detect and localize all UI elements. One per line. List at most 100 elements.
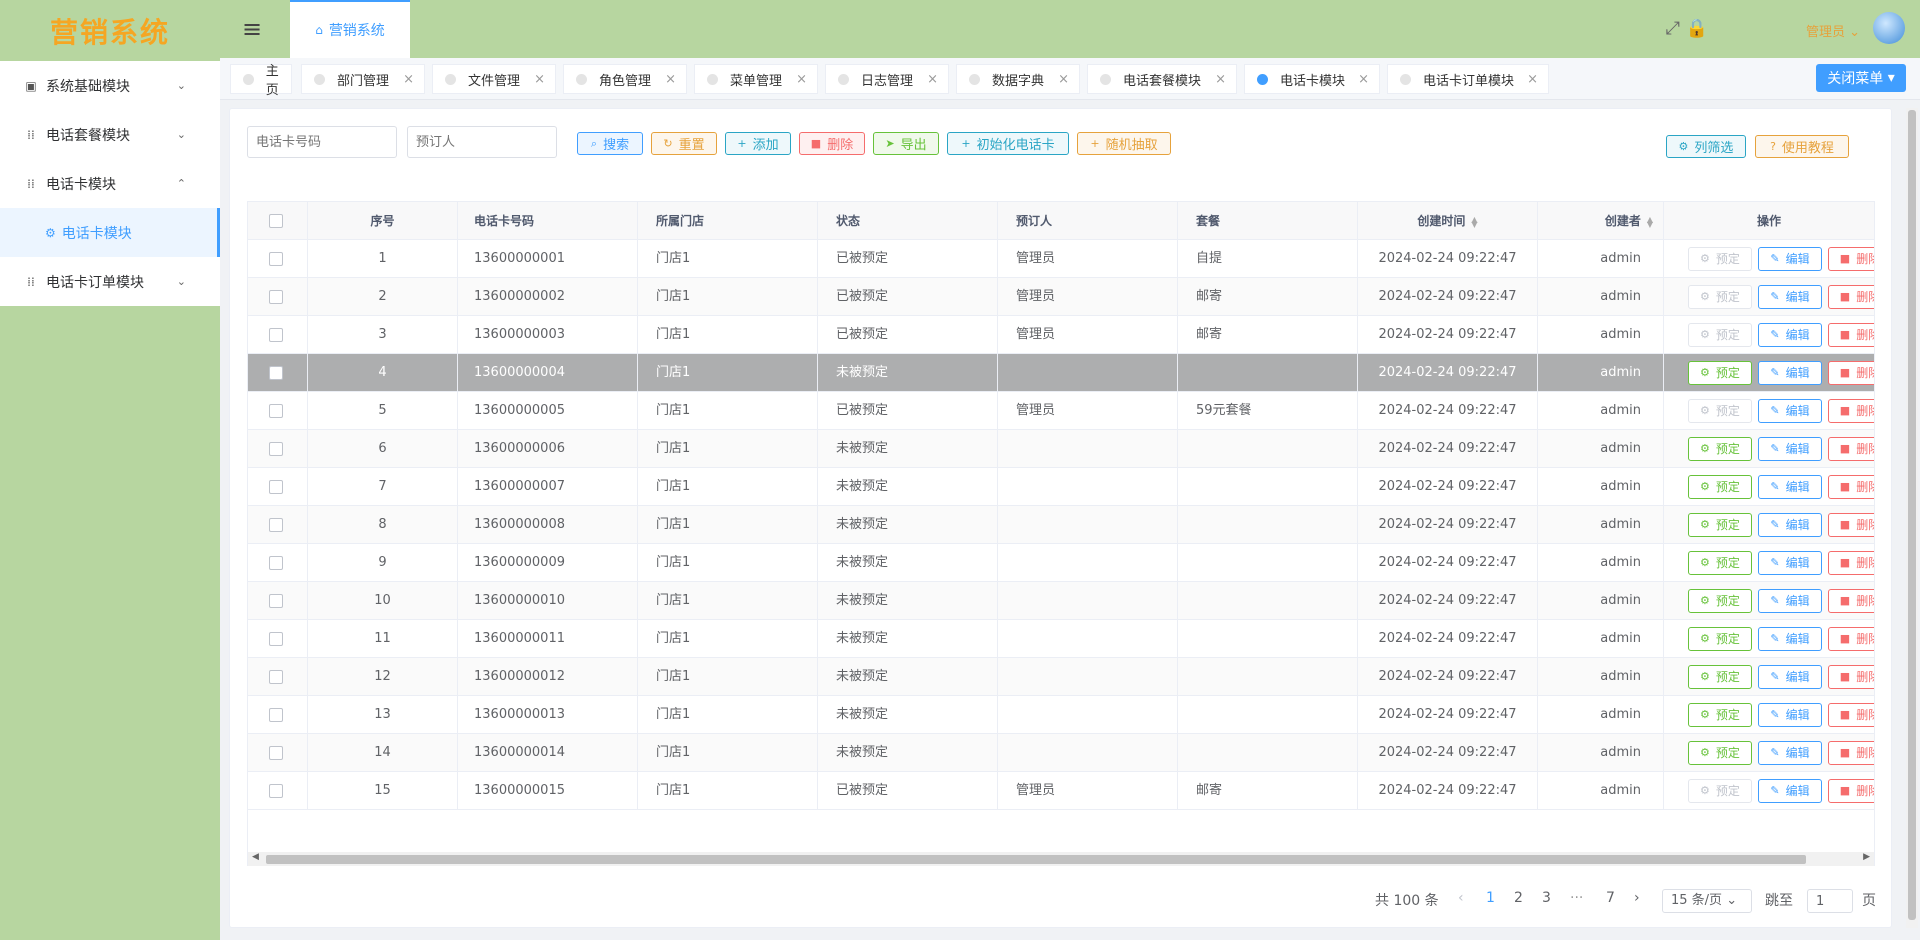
row-checkbox[interactable] xyxy=(269,556,283,570)
delete-row-button[interactable]: ■ 删除 xyxy=(1828,475,1874,499)
table-row[interactable]: 7 13600000007 门店1 未被预定 2024-02-24 09:22:47 ad… xyxy=(248,468,1874,506)
close-icon[interactable]: × xyxy=(1527,72,1538,87)
edit-button[interactable]: ✎ 编辑 xyxy=(1758,361,1822,385)
row-checkbox[interactable] xyxy=(269,746,283,760)
delete-row-button[interactable]: ■ 删除 xyxy=(1828,589,1874,613)
delete-row-button[interactable]: ■ 删除 xyxy=(1828,513,1874,537)
tag-dictionary[interactable]: 数据字典 × xyxy=(956,64,1080,94)
sidebar-item-phone-package[interactable]: ⁞⁞ 电话套餐模块 ⌄ xyxy=(0,110,220,159)
page-3[interactable]: 3 xyxy=(1542,890,1551,906)
delete-row-button[interactable]: ■ 删除 xyxy=(1828,323,1874,347)
reset-button[interactable]: ↻ 重置 xyxy=(651,132,717,155)
phone-number-input[interactable] xyxy=(247,126,397,158)
row-checkbox[interactable] xyxy=(269,632,283,646)
hamburger-icon[interactable]: ≡ xyxy=(242,17,262,41)
edit-button[interactable]: ✎ 编辑 xyxy=(1758,323,1822,347)
edit-button[interactable]: ✎ 编辑 xyxy=(1758,741,1822,765)
vertical-scroll-thumb[interactable] xyxy=(1908,110,1916,920)
reserve-button[interactable]: ⚙ 预定 xyxy=(1688,741,1752,765)
table-row[interactable]: 3 13600000003 门店1 已被预定 管理员 邮寄 2024-02-24 09:22… xyxy=(248,316,1874,354)
table-row[interactable]: 15 13600000015 门店1 已被预定 管理员 邮寄 2024-02-24 09:2… xyxy=(248,772,1874,810)
column-filter-button[interactable]: ⚙ 列筛选 xyxy=(1666,135,1746,158)
goto-page-input[interactable] xyxy=(1807,889,1853,913)
reserve-button[interactable]: ⚙ 预定 xyxy=(1688,551,1752,575)
edit-button[interactable]: ✎ 编辑 xyxy=(1758,399,1822,423)
edit-button[interactable]: ✎ 编辑 xyxy=(1758,627,1822,651)
scroll-left-icon[interactable]: ◀ xyxy=(252,852,259,862)
edit-button[interactable]: ✎ 编辑 xyxy=(1758,665,1822,689)
close-icon[interactable]: × xyxy=(534,72,545,87)
horizontal-scroll-thumb[interactable] xyxy=(266,855,1806,864)
reserve-button[interactable]: ⚙ 预定 xyxy=(1688,475,1752,499)
horizontal-scrollbar[interactable]: ◀ ▶ xyxy=(248,852,1874,866)
delete-row-button[interactable]: ■ 删除 xyxy=(1828,703,1874,727)
edit-button[interactable]: ✎ 编辑 xyxy=(1758,437,1822,461)
delete-button[interactable]: ■ 删除 xyxy=(799,132,865,155)
reserve-button[interactable]: ⚙ 预定 xyxy=(1688,399,1752,423)
prev-page-icon[interactable]: ‹ xyxy=(1458,890,1464,906)
header-creator[interactable]: 创建者 ▲ ▼ xyxy=(1538,202,1664,240)
sidebar-item-phone-card-order[interactable]: ⁞⁞ 电话卡订单模块 ⌄ xyxy=(0,257,220,306)
delete-row-button[interactable]: ■ 删除 xyxy=(1828,399,1874,423)
reserve-button[interactable]: ⚙ 预定 xyxy=(1688,665,1752,689)
add-button[interactable]: + 添加 xyxy=(725,132,791,155)
table-row[interactable]: 6 13600000006 门店1 未被预定 2024-02-24 09:22:47 ad… xyxy=(248,430,1874,468)
row-checkbox[interactable] xyxy=(269,784,283,798)
close-icon[interactable]: × xyxy=(1058,72,1069,87)
user-menu[interactable]: 管理员 ⌄ xyxy=(1806,21,1860,40)
reserve-button[interactable]: ⚙ 预定 xyxy=(1688,247,1752,271)
edit-button[interactable]: ✎ 编辑 xyxy=(1758,551,1822,575)
table-row[interactable]: 8 13600000008 门店1 未被预定 2024-02-24 09:22:47 ad… xyxy=(248,506,1874,544)
reserve-button[interactable]: ⚙ 预定 xyxy=(1688,323,1752,347)
sort-icon[interactable]: ▲ ▼ xyxy=(1647,215,1653,228)
search-button[interactable]: ⌕ 搜索 xyxy=(577,132,643,155)
row-checkbox[interactable] xyxy=(269,708,283,722)
tag-home[interactable]: 主页 xyxy=(230,64,292,98)
tag-phone-package[interactable]: 电话套餐模块 × xyxy=(1087,64,1237,94)
edit-button[interactable]: ✎ 编辑 xyxy=(1758,779,1822,803)
delete-row-button[interactable]: ■ 删除 xyxy=(1828,665,1874,689)
close-icon[interactable]: × xyxy=(1215,72,1226,87)
page-1[interactable]: 1 xyxy=(1486,890,1495,906)
page-ellipsis[interactable]: ··· xyxy=(1570,890,1583,906)
delete-row-button[interactable]: ■ 删除 xyxy=(1828,247,1874,271)
tutorial-button[interactable]: ? 使用教程 xyxy=(1755,135,1849,158)
row-checkbox[interactable] xyxy=(269,290,283,304)
vertical-scrollbar[interactable] xyxy=(1906,108,1918,928)
delete-row-button[interactable]: ■ 删除 xyxy=(1828,361,1874,385)
tag-log[interactable]: 日志管理 × xyxy=(825,64,949,94)
tag-role[interactable]: 角色管理 × xyxy=(563,64,687,94)
row-checkbox[interactable] xyxy=(269,328,283,342)
close-menu-button[interactable]: 关闭菜单 ▾ xyxy=(1816,64,1906,92)
lock-icon[interactable]: 🔒 xyxy=(1686,18,1708,39)
random-pick-button[interactable]: + 随机抽取 xyxy=(1077,132,1171,155)
next-page-icon[interactable]: › xyxy=(1634,890,1640,906)
fullscreen-icon[interactable]: ⤢ xyxy=(1666,18,1680,39)
table-row[interactable]: 4 13600000004 门店1 未被预定 2024-02-24 09:22:47 ad… xyxy=(248,354,1874,392)
reserve-button[interactable]: ⚙ 预定 xyxy=(1688,285,1752,309)
header-tab[interactable]: ⌂ 营销系统 xyxy=(290,0,410,58)
row-checkbox[interactable] xyxy=(269,252,283,266)
init-phone-card-button[interactable]: + 初始化电话卡 xyxy=(947,132,1069,155)
tag-phone-card-order[interactable]: 电话卡订单模块 × xyxy=(1387,64,1549,94)
close-icon[interactable]: × xyxy=(796,72,807,87)
row-checkbox[interactable] xyxy=(269,518,283,532)
row-checkbox[interactable] xyxy=(269,442,283,456)
row-checkbox[interactable] xyxy=(269,480,283,494)
tag-department[interactable]: 部门管理 × xyxy=(301,64,425,94)
booker-input[interactable] xyxy=(407,126,557,158)
row-checkbox[interactable] xyxy=(269,366,283,380)
header-create-time[interactable]: 创建时间 ▲ ▼ xyxy=(1358,202,1538,240)
row-checkbox[interactable] xyxy=(269,594,283,608)
reserve-button[interactable]: ⚙ 预定 xyxy=(1688,627,1752,651)
row-checkbox[interactable] xyxy=(269,404,283,418)
delete-row-button[interactable]: ■ 删除 xyxy=(1828,285,1874,309)
table-row[interactable]: 14 13600000014 门店1 未被预定 2024-02-24 09:22:47 a… xyxy=(248,734,1874,772)
reserve-button[interactable]: ⚙ 预定 xyxy=(1688,589,1752,613)
edit-button[interactable]: ✎ 编辑 xyxy=(1758,285,1822,309)
sort-icon[interactable]: ▲ ▼ xyxy=(1471,215,1477,228)
edit-button[interactable]: ✎ 编辑 xyxy=(1758,247,1822,271)
reserve-button[interactable]: ⚙ 预定 xyxy=(1688,703,1752,727)
close-icon[interactable]: × xyxy=(1358,72,1369,87)
tag-menu[interactable]: 菜单管理 × xyxy=(694,64,818,94)
